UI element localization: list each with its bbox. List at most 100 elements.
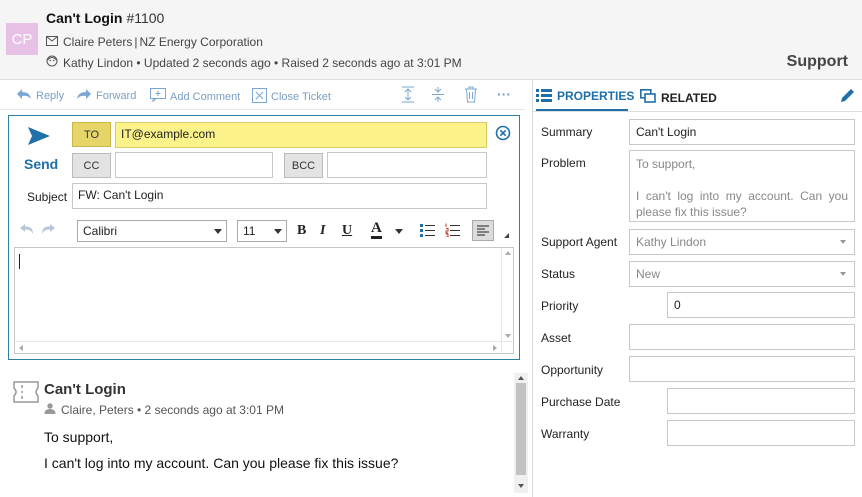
- add-comment-button[interactable]: Add Comment: [150, 88, 240, 105]
- collapse-icon[interactable]: [431, 86, 445, 106]
- problem-line-2: I can't log into my account. Can you ple…: [636, 189, 848, 219]
- tab-related[interactable]: RELATED: [640, 89, 717, 106]
- send-icon[interactable]: [27, 126, 51, 149]
- contact-line: Claire Peters | NZ Energy Corporation: [46, 35, 263, 49]
- avatar: CP: [6, 23, 38, 55]
- align-button[interactable]: [472, 220, 494, 241]
- conversation-scrollbar[interactable]: [514, 373, 528, 493]
- asset-field[interactable]: [629, 324, 855, 350]
- close-ticket-icon: [252, 88, 267, 106]
- related-icon: [640, 89, 656, 106]
- bold-button[interactable]: B: [297, 223, 306, 239]
- bcc-field[interactable]: [327, 152, 487, 178]
- message-meta-text: Claire, Peters • 2 seconds ago at 3:01 P…: [61, 403, 284, 417]
- cc-field[interactable]: [115, 152, 273, 178]
- font-size-select[interactable]: 11: [237, 220, 287, 242]
- contact-name[interactable]: Claire Peters: [63, 35, 132, 49]
- problem-line-1: To support,: [636, 157, 696, 171]
- message-line-2: I can't log into my account. Can you ple…: [44, 455, 399, 471]
- scroll-right-icon[interactable]: [493, 345, 497, 351]
- font-color-button[interactable]: A: [371, 221, 382, 239]
- chevron-down-icon: [840, 272, 846, 276]
- scroll-up-icon[interactable]: [518, 376, 524, 380]
- tab-properties-label: PROPERTIES: [557, 89, 635, 103]
- priority-label: Priority: [541, 299, 579, 313]
- opportunity-label: Opportunity: [541, 363, 604, 377]
- clear-recipients-icon[interactable]: [495, 125, 511, 144]
- scroll-left-icon[interactable]: [19, 345, 23, 351]
- cc-label[interactable]: CC: [72, 153, 111, 178]
- properties-panel: PROPERTIES RELATED Summary Can't Login P…: [532, 80, 862, 497]
- status-text: Kathy Lindon • Updated 2 seconds ago • R…: [63, 55, 462, 70]
- chevron-down-icon: [840, 240, 846, 244]
- subject-field[interactable]: FW: Can't Login: [72, 183, 487, 209]
- ticket-number: #1100: [126, 10, 165, 26]
- edit-icon[interactable]: [839, 87, 856, 107]
- company-name[interactable]: NZ Energy Corporation: [139, 35, 262, 49]
- undo-icon[interactable]: [19, 223, 35, 238]
- summary-field[interactable]: Can't Login: [629, 119, 855, 145]
- warranty-label: Warranty: [541, 427, 590, 441]
- problem-label: Problem: [541, 156, 586, 170]
- ticket-title-text: Can't Login: [46, 10, 123, 26]
- to-field[interactable]: IT@example.com: [115, 122, 487, 148]
- status-label: Status: [541, 267, 576, 281]
- chevron-down-icon[interactable]: [395, 229, 403, 234]
- underline-button[interactable]: U: [342, 223, 352, 239]
- compose-panel: Send TO IT@example.com CC BCC Subject FW…: [8, 115, 520, 360]
- to-label[interactable]: TO: [72, 122, 111, 147]
- forward-label: Forward: [96, 89, 137, 102]
- support-agent-value: Kathy Lindon: [636, 235, 707, 249]
- message-editor[interactable]: [14, 247, 514, 354]
- separator: |: [134, 35, 138, 49]
- list-icon: [536, 89, 552, 105]
- envelope-icon: [46, 35, 58, 49]
- priority-field[interactable]: 0: [667, 292, 855, 318]
- italic-button[interactable]: I: [320, 223, 325, 239]
- forward-button[interactable]: Forward: [76, 88, 136, 103]
- reply-button[interactable]: Reply: [16, 88, 64, 103]
- bullet-list-icon[interactable]: [420, 223, 435, 240]
- panel-tabs: PROPERTIES RELATED: [533, 80, 862, 112]
- reply-icon: [16, 88, 32, 103]
- ticket-header: CP Can't Login #1100 Claire Peters | NZ E…: [0, 0, 862, 80]
- problem-field[interactable]: To support, I can't log into my account.…: [629, 150, 855, 222]
- ticket-toolbar: Reply Forward Add Comment Close Ticket ·…: [0, 80, 525, 110]
- add-comment-label: Add Comment: [170, 90, 241, 103]
- support-agent-select[interactable]: Kathy Lindon: [629, 229, 855, 255]
- more-button[interactable]: ···: [497, 86, 511, 102]
- warranty-field[interactable]: [667, 420, 855, 446]
- opportunity-field[interactable]: [629, 356, 855, 382]
- redo-icon[interactable]: [40, 223, 56, 238]
- purchase-date-field[interactable]: [667, 388, 855, 414]
- align-left-icon: [477, 225, 489, 236]
- scroll-up-icon[interactable]: [505, 251, 511, 255]
- numbered-list-icon[interactable]: [445, 223, 460, 240]
- close-ticket-button[interactable]: Close Ticket: [252, 88, 331, 106]
- editor-horizontal-scrollbar[interactable]: [15, 341, 513, 353]
- font-family-select[interactable]: Calibri: [77, 220, 227, 242]
- tab-properties[interactable]: PROPERTIES: [536, 85, 634, 111]
- problem-spacer: [636, 172, 848, 188]
- add-comment-icon: [150, 88, 166, 105]
- send-button[interactable]: Send: [24, 156, 58, 172]
- resize-grip-icon[interactable]: [504, 233, 509, 238]
- status-value: New: [636, 267, 661, 281]
- expand-icon[interactable]: [401, 86, 415, 106]
- support-agent-label: Support Agent: [541, 235, 618, 249]
- scroll-thumb[interactable]: [516, 383, 526, 475]
- editor-vertical-scrollbar[interactable]: [501, 248, 513, 353]
- text-cursor: [19, 254, 20, 269]
- scroll-down-icon[interactable]: [518, 484, 524, 488]
- bcc-label[interactable]: BCC: [284, 153, 323, 178]
- chevron-down-icon: [214, 229, 222, 234]
- message-line-1: To support,: [44, 429, 114, 445]
- status-select[interactable]: New: [629, 261, 855, 287]
- agent-icon: [46, 55, 58, 70]
- scroll-down-icon[interactable]: [505, 334, 511, 338]
- subject-label: Subject: [27, 190, 68, 204]
- message-item: Can't Login Claire, Peters • 2 seconds a…: [8, 373, 508, 491]
- trash-icon[interactable]: [464, 86, 478, 106]
- message-title: Can't Login: [44, 381, 126, 398]
- forward-icon: [76, 88, 92, 103]
